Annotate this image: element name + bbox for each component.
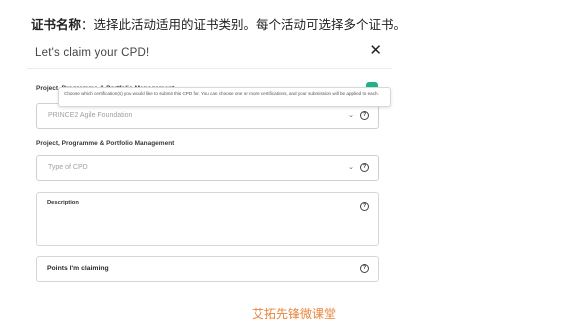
watermark: 艾拓先锋微课堂 bbox=[252, 307, 337, 321]
help-circle-icon[interactable]: ? bbox=[360, 111, 369, 120]
help-circle-icon[interactable]: ? bbox=[360, 163, 369, 172]
caption: 证书名称：选择此活动适用的证书类别。每个活动可选择多个证书。 bbox=[31, 14, 406, 33]
help-circle-icon[interactable]: ? bbox=[360, 202, 369, 211]
chevron-down-icon[interactable]: ⌄ bbox=[348, 111, 354, 119]
cpd-type-select[interactable]: Type of CPD ⌄ ? bbox=[36, 155, 379, 181]
caption-text: ：选择此活动适用的证书类别。每个活动可选择多个证书。 bbox=[81, 17, 407, 32]
cpd-type-placeholder: Type of CPD bbox=[48, 164, 88, 171]
certification-selected-value: PRINCE2 Agile Foundation bbox=[48, 112, 133, 119]
description-field[interactable]: Description ? bbox=[36, 192, 379, 246]
close-icon[interactable]: ✕ bbox=[369, 43, 382, 59]
points-label: Points I'm claiming bbox=[47, 265, 109, 272]
modal-title: Let's claim your CPD! bbox=[35, 47, 150, 59]
description-label: Description bbox=[47, 200, 79, 206]
points-field[interactable]: Points I'm claiming ? bbox=[36, 256, 379, 282]
caption-bold: 证书名称 bbox=[31, 17, 82, 32]
cpd-type-label: Project, Programme & Portfolio Managemen… bbox=[36, 140, 175, 147]
certification-tooltip: Choose which certification(s) you would … bbox=[58, 87, 391, 107]
help-circle-icon[interactable]: ? bbox=[360, 264, 369, 273]
chevron-down-icon[interactable]: ⌄ bbox=[348, 163, 354, 171]
cpd-claim-modal: Let's claim your CPD! ✕ Project, Program… bbox=[27, 37, 392, 294]
header-divider bbox=[27, 68, 392, 69]
